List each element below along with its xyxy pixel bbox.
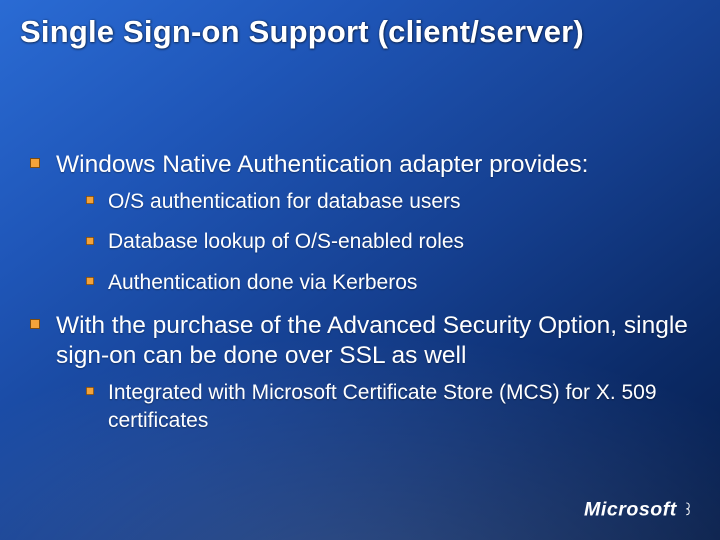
bullet-sublist: O/S authentication for database users Da… — [56, 188, 690, 297]
bullet-list: Windows Native Authentication adapter pr… — [30, 150, 690, 435]
list-item-label: O/S authentication for database users — [108, 190, 461, 213]
list-item: Integrated with Microsoft Certificate St… — [86, 379, 690, 436]
list-item: O/S authentication for database users — [86, 188, 690, 216]
bullet-icon — [30, 319, 40, 329]
list-item-label: With the purchase of the Advanced Securi… — [56, 312, 688, 369]
slide-body: Windows Native Authentication adapter pr… — [30, 150, 690, 449]
list-item: Authentication done via Kerberos — [86, 269, 690, 297]
bullet-icon — [30, 158, 40, 168]
list-item-label: Database lookup of O/S-enabled roles — [108, 230, 464, 253]
list-item-label: Authentication done via Kerberos — [108, 271, 417, 294]
list-item-label: Windows Native Authentication adapter pr… — [56, 151, 589, 178]
list-item: Database lookup of O/S-enabled roles — [86, 228, 690, 256]
list-item-label: Integrated with Microsoft Certificate St… — [108, 381, 657, 432]
bullet-sublist: Integrated with Microsoft Certificate St… — [56, 379, 690, 436]
list-item: With the purchase of the Advanced Securi… — [30, 311, 690, 435]
list-item: Windows Native Authentication adapter pr… — [30, 150, 690, 297]
bullet-icon — [86, 237, 94, 245]
bullet-icon — [86, 277, 94, 285]
brand-logo: Microsoft — [584, 499, 702, 526]
bullet-icon — [86, 387, 94, 395]
slide-title: Single Sign-on Support (client/server) — [20, 14, 700, 50]
brand-text: Microsoft — [584, 499, 678, 521]
slide: Single Sign-on Support (client/server) W… — [0, 0, 720, 540]
bullet-icon — [86, 196, 94, 204]
